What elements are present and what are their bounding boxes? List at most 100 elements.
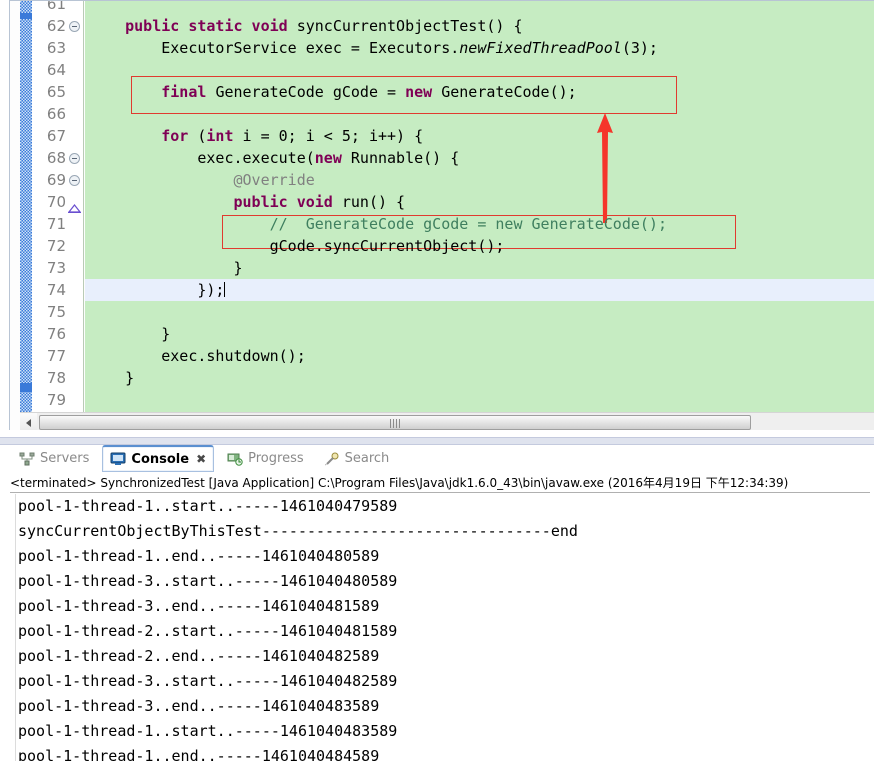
console-tab-bar: Servers Console ✖ Progress Search	[0, 445, 874, 473]
panel-splitter[interactable]	[0, 437, 874, 445]
code-token: i = 0; i < 5; i++) {	[242, 127, 424, 145]
code-line[interactable]: }	[85, 323, 874, 345]
code-token: gCode.syncCurrentObject();	[89, 237, 505, 255]
code-token: syncCurrentObjectTest() {	[296, 17, 523, 35]
servers-icon	[19, 452, 35, 466]
console-output-line: pool-1-thread-2..end..-----1461040482589	[18, 647, 380, 665]
console-panel: Servers Console ✖ Progress Search <terminate…	[0, 445, 874, 765]
code-line[interactable]: final GenerateCode gCode = new GenerateC…	[85, 81, 874, 103]
code-folding-column[interactable]	[67, 1, 84, 412]
line-number: 72	[46, 237, 66, 255]
line-number: 76	[46, 325, 66, 343]
code-line[interactable]	[85, 301, 874, 323]
tab-progress[interactable]: Progress	[220, 445, 310, 472]
change-bar[interactable]	[20, 1, 32, 412]
code-line[interactable]: exec.execute(new Runnable() {	[85, 147, 874, 169]
line-number: 74	[46, 281, 66, 299]
bottom-edge-filler	[0, 761, 874, 765]
code-line[interactable]: gCode.syncCurrentObject();	[85, 235, 874, 257]
scrollbar-grip-icon	[390, 419, 400, 428]
line-number: 69	[46, 171, 66, 189]
code-token: for	[161, 127, 198, 145]
code-token: }	[89, 259, 243, 277]
change-bar-marker-bottom	[20, 383, 32, 392]
code-line[interactable]	[85, 59, 874, 81]
line-number: 71	[46, 215, 66, 233]
code-line[interactable]: }	[85, 257, 874, 279]
code-token: new	[405, 83, 442, 101]
code-line-current[interactable]: });	[85, 279, 874, 301]
fold-collapse-icon[interactable]	[69, 153, 80, 164]
fold-collapse-icon[interactable]	[69, 21, 80, 32]
code-token: (3);	[621, 39, 658, 57]
code-token: GenerateCode();	[441, 83, 577, 101]
code-line[interactable]	[85, 1, 874, 15]
code-token: ExecutorService exec = Executors.	[89, 39, 460, 57]
code-token: run() {	[341, 193, 406, 211]
code-token: public static void	[125, 17, 297, 35]
code-line[interactable]	[85, 103, 874, 125]
code-token: exec.execute(	[89, 149, 315, 167]
line-number: 66	[46, 105, 66, 123]
line-number: 64	[46, 61, 66, 79]
console-output-line: pool-1-thread-3..start..-----14610404825…	[18, 672, 398, 690]
code-line[interactable]: ExecutorService exec = Executors.newFixe…	[85, 37, 874, 59]
console-output-line: pool-1-thread-3..end..-----1461040481589	[18, 597, 380, 615]
code-line[interactable]: public void run() {	[85, 191, 874, 213]
fold-collapse-icon[interactable]	[69, 175, 80, 186]
code-token: newFixedThreadPool	[459, 39, 622, 57]
progress-icon	[227, 452, 243, 466]
fold-end-icon[interactable]	[67, 198, 82, 214]
line-number: 70	[46, 193, 66, 211]
tab-console[interactable]: Console ✖	[102, 445, 215, 472]
code-line[interactable]	[85, 389, 874, 411]
code-token: Runnable() {	[350, 149, 460, 167]
line-number: 61	[46, 0, 66, 13]
search-icon	[324, 452, 340, 466]
line-number: 67	[46, 127, 66, 145]
code-line[interactable]: exec.shutdown();	[85, 345, 874, 367]
code-text-area[interactable]: public static void syncCurrentObjectTest…	[85, 1, 874, 412]
line-number-gutter: 61 62 63 64 65 66 67 68 69 70 71 72 73 74 75 76 77 78 79	[32, 1, 68, 412]
line-number: 79	[46, 391, 66, 409]
console-output-line: pool-1-thread-1..end..-----1461040480589	[18, 547, 380, 565]
change-bar-marker-top	[20, 13, 32, 19]
tab-search[interactable]: Search	[317, 445, 397, 472]
tab-label: Progress	[248, 451, 304, 466]
editor-horizontal-scrollbar[interactable]	[20, 412, 874, 430]
launch-config-line: <terminated> SynchronizedTest [Java Appl…	[10, 473, 870, 493]
editor-frame: 61 62 63 64 65 66 67 68 69 70 71 72 73 74 75 76 77 78 79 p…	[9, 0, 874, 430]
scroll-left-arrow-icon[interactable]	[20, 413, 37, 430]
code-token: final	[161, 83, 216, 101]
java-editor-panel: 61 62 63 64 65 66 67 68 69 70 71 72 73 74 75 76 77 78 79 p…	[0, 0, 874, 437]
close-icon[interactable]: ✖	[196, 452, 206, 466]
console-output-line: pool-1-thread-2..start..-----14610404815…	[18, 622, 398, 640]
scrollbar-thumb[interactable]	[39, 415, 751, 430]
line-number: 75	[46, 303, 66, 321]
tab-label: Console	[131, 451, 190, 467]
code-token: @Override	[233, 171, 315, 189]
code-line[interactable]: public static void syncCurrentObjectTest…	[85, 15, 874, 37]
console-body: <terminated> SynchronizedTest [Java Appl…	[0, 473, 874, 765]
code-line[interactable]: // GenerateCode gCode = new GenerateCode…	[85, 213, 874, 235]
text-caret	[224, 282, 226, 297]
console-output-area[interactable]: pool-1-thread-1..start..-----14610404795…	[10, 494, 874, 765]
tab-servers[interactable]: Servers	[12, 445, 96, 472]
line-number: 68	[46, 149, 66, 167]
line-number: 62	[46, 17, 66, 35]
code-token: int	[206, 127, 243, 145]
console-output-gutter	[10, 494, 16, 765]
console-icon	[110, 452, 126, 466]
code-line[interactable]: for (int i = 0; i < 5; i++) {	[85, 125, 874, 147]
code-token: }	[89, 325, 171, 343]
console-output-line: pool-1-thread-1..start..-----14610404835…	[18, 722, 398, 740]
code-line[interactable]: }	[85, 367, 874, 389]
code-line[interactable]: @Override	[85, 169, 874, 191]
code-token: // GenerateCode gCode = new GenerateCode…	[269, 215, 667, 233]
code-token: GenerateCode gCode =	[215, 83, 406, 101]
